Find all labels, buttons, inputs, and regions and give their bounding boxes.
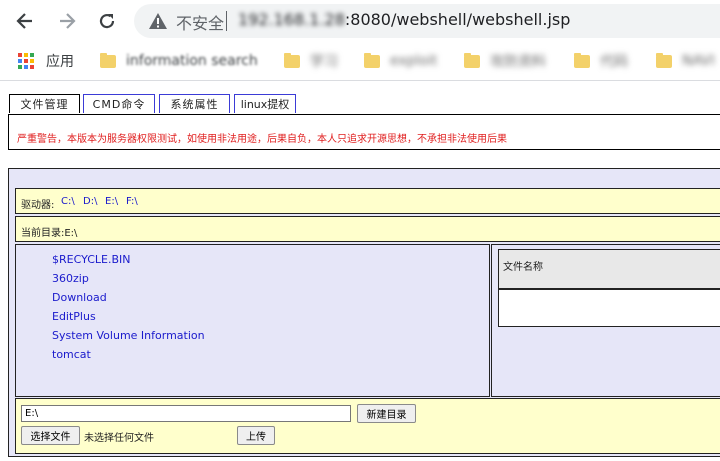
bookmark-folder[interactable]: exploit	[364, 51, 437, 71]
folder-icon	[100, 52, 116, 68]
security-label: 不安全	[176, 14, 225, 33]
file-detail-cell: 文件名称	[491, 244, 720, 397]
current-directory: 当前目录:E:\	[21, 228, 78, 239]
url-path: :8080/webshell/webshell.jsp	[344, 10, 571, 29]
bookmark-label: NAVI	[682, 53, 715, 69]
bookmark-label: exploit	[390, 53, 438, 69]
bookmark-folder[interactable]: NAVI	[656, 51, 715, 71]
file-name-header-label: 文件名称	[503, 262, 543, 273]
tab-file-manager[interactable]: 文件管理	[9, 94, 80, 113]
file-link[interactable]: Download	[52, 291, 107, 304]
file-name-content	[498, 289, 720, 327]
bookmark-label: 攻防资料	[490, 54, 546, 70]
folder-icon	[656, 52, 672, 68]
warning-box: 严重警告，本版本为服务器权限测试，如使用非法用途，后果自负，本人只追求开源思想，…	[8, 114, 720, 150]
choose-file-button[interactable]: 选择文件	[21, 426, 80, 445]
url-host: 192.168.1.28	[238, 10, 345, 29]
file-name-header: 文件名称	[498, 249, 720, 289]
bookmark-folder[interactable]: 学习	[284, 51, 338, 71]
omnibox-separator	[226, 11, 227, 31]
bookmark-folder[interactable]: 攻防资料	[464, 51, 546, 71]
bookmark-label: 学习	[310, 54, 338, 70]
forward-button[interactable]	[54, 8, 80, 34]
apps-grid-icon	[18, 53, 34, 69]
back-button[interactable]	[12, 8, 38, 34]
url-text[interactable]: 192.168.1.28:8080/webshell/webshell.jsp	[238, 10, 570, 29]
current-directory-row: 当前目录:E:\	[15, 216, 720, 242]
reload-button[interactable]	[94, 8, 120, 34]
reload-icon	[99, 13, 115, 29]
new-directory-button[interactable]: 新建目录	[357, 404, 416, 423]
warning-icon	[149, 13, 167, 29]
file-list: $RECYCLE.BIN 360zip Download EditPlus Sy…	[15, 244, 490, 397]
address-bar[interactable]: 不安全 192.168.1.28:8080/webshell/webshell.…	[134, 4, 720, 38]
drive-label: 驱动器:	[21, 200, 55, 211]
file-manager-panel: 驱动器: C:\ D:\ E:\ F:\ 当前目录:E:\ $RECYCLE.B…	[8, 168, 720, 457]
drive-link-c[interactable]: C:\	[61, 196, 75, 207]
bookmark-folder[interactable]: 代码	[574, 51, 628, 71]
folder-icon	[574, 52, 590, 68]
forward-arrow-icon	[60, 13, 76, 29]
drive-row: 驱动器: C:\ D:\ E:\ F:\	[15, 188, 720, 214]
warning-text: 严重警告，本版本为服务器权限测试，如使用非法用途，后果自负，本人只追求开源思想，…	[17, 134, 507, 145]
browser-toolbar: 不安全 192.168.1.28:8080/webshell/webshell.…	[0, 0, 720, 42]
folder-icon	[284, 52, 300, 68]
file-link[interactable]: EditPlus	[52, 310, 96, 323]
tab-cmd[interactable]: CMD命令	[83, 94, 155, 113]
file-link[interactable]: $RECYCLE.BIN	[52, 253, 130, 266]
tab-linux-privilege[interactable]: linux提权	[234, 94, 296, 113]
drive-link-e[interactable]: E:\	[105, 196, 118, 207]
apps-shortcut[interactable]: 应用	[18, 51, 74, 71]
tab-system-info[interactable]: 系统属性	[159, 94, 230, 113]
bookmark-folder[interactable]: information search	[100, 51, 258, 71]
path-input[interactable]	[21, 405, 351, 422]
bookmark-label: information search	[126, 53, 258, 69]
back-arrow-icon	[16, 13, 32, 29]
file-link[interactable]: 360zip	[52, 272, 89, 285]
bookmarks-bar: 应用 information search 学习 exploit 攻防资料 代码…	[0, 42, 720, 81]
drive-link-d[interactable]: D:\	[83, 196, 97, 207]
bookmark-label: 代码	[600, 54, 628, 70]
apps-label: 应用	[46, 54, 74, 70]
file-link[interactable]: System Volume Information	[52, 329, 205, 342]
drive-link-f[interactable]: F:\	[126, 196, 138, 207]
no-file-selected-text: 未选择任何文件	[84, 433, 154, 444]
action-row: 新建目录 选择文件 未选择任何文件 上传	[15, 398, 720, 454]
file-link[interactable]: tomcat	[52, 348, 91, 361]
folder-icon	[464, 52, 480, 68]
upload-button[interactable]: 上传	[237, 426, 275, 445]
folder-icon	[364, 52, 380, 68]
